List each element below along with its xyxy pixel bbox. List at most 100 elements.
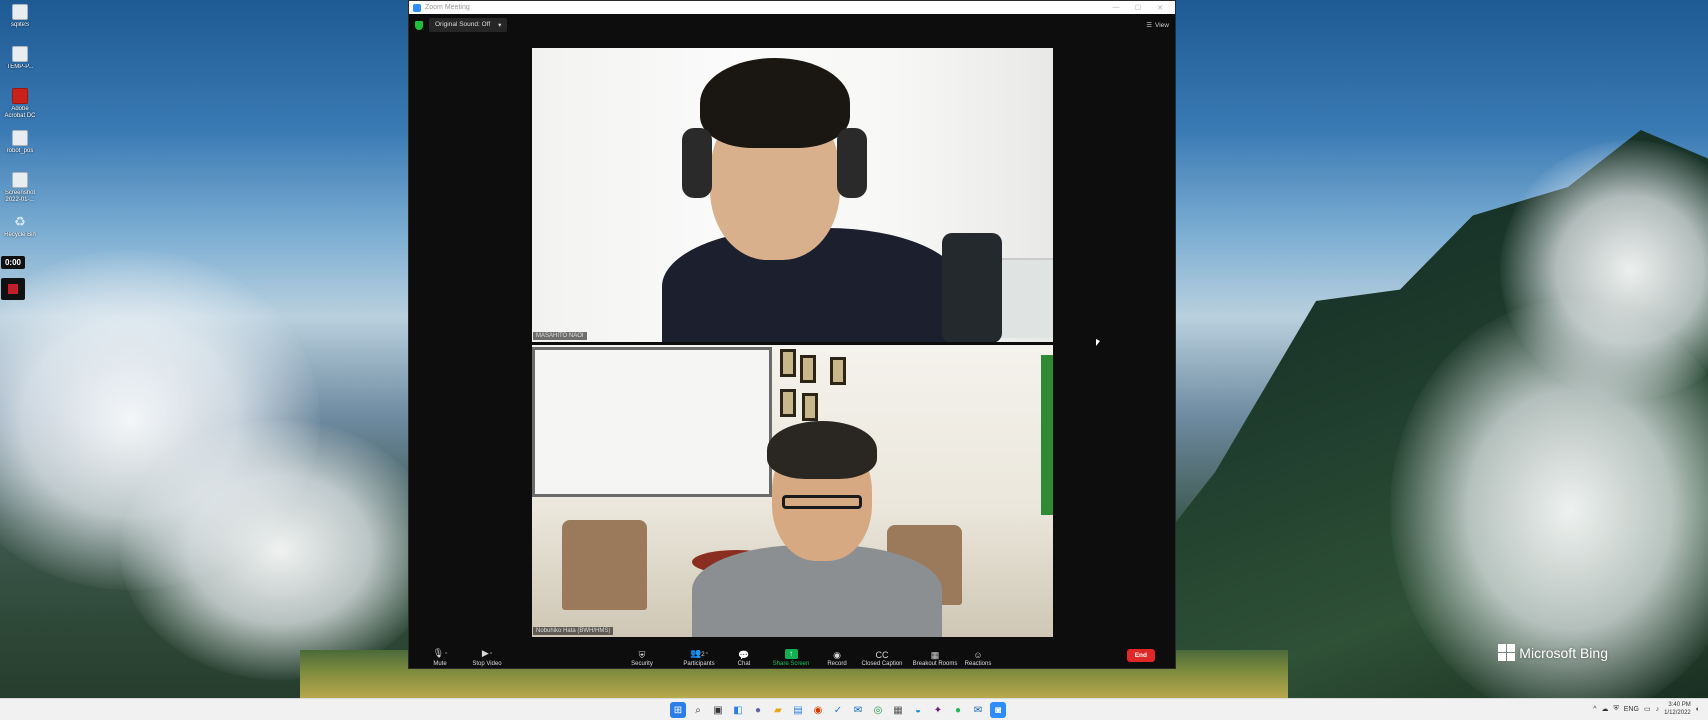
reactions-icon: ☺ — [973, 650, 983, 660]
picture-frame — [802, 393, 818, 421]
glasses — [782, 495, 862, 509]
participant-hair — [767, 421, 877, 479]
window-titlebar[interactable]: Zoom Meeting — ☐ ✕ — [409, 1, 1175, 14]
widgets-icon[interactable]: ◧ — [730, 702, 746, 718]
zoom-meeting-window: Zoom Meeting — ☐ ✕ Original Sound: Off ▾… — [408, 0, 1176, 669]
outlook-icon[interactable]: ✉ — [850, 702, 866, 718]
file-icon — [12, 130, 28, 146]
bing-logo-icon — [1498, 644, 1516, 661]
green-plant — [1041, 355, 1053, 515]
clock-time: 3:40 PM — [1668, 702, 1691, 708]
shield-icon[interactable]: ⛨ — [1614, 705, 1619, 713]
view-label: View — [1155, 21, 1169, 29]
participant-name-tag: MASAHITO NAOI — [533, 332, 587, 340]
recycle-bin-icon: ♻ — [14, 214, 26, 229]
file-icon — [12, 4, 28, 20]
stop-recording-button[interactable] — [1, 278, 25, 300]
original-sound-toggle[interactable]: Original Sound: Off ▾ — [429, 18, 508, 32]
shield-icon: ⛨ — [638, 650, 646, 660]
calculator-icon[interactable]: ▦ — [890, 702, 906, 718]
notifications-icon[interactable]: ◐ — [1696, 706, 1700, 713]
system-tray: ^ ☁ ⛨ ENG ▭ ♪ 3:40 PM 1/12/2022 ◐ — [1593, 701, 1700, 717]
minimize-icon[interactable]: — — [1105, 4, 1127, 11]
share-screen-button[interactable]: ↑ Share Screen — [771, 649, 811, 667]
edge-icon[interactable]: ◒ — [910, 702, 926, 718]
cloud-icon[interactable]: ☁ — [1602, 705, 1609, 713]
reactions-button[interactable]: ☺ Reactions — [963, 649, 993, 667]
breakout-rooms-button[interactable]: ▦ Breakout Rooms — [911, 649, 959, 667]
search-icon[interactable]: ⌕ — [690, 702, 706, 718]
document-icon — [12, 46, 28, 62]
network-icon[interactable]: ▭ — [1644, 705, 1651, 713]
desktop-icon[interactable]: Adobe Acrobat DC — [2, 88, 38, 128]
whiteboard — [532, 347, 772, 497]
security-button[interactable]: ⛨ Security — [627, 649, 657, 667]
participants-button[interactable]: 👥2^ Participants — [677, 647, 721, 667]
store-icon[interactable]: ▤ — [790, 702, 806, 718]
spotify-icon[interactable]: ● — [950, 702, 966, 718]
breakout-rooms-icon: ▦ — [930, 650, 940, 660]
participant-hair — [700, 58, 850, 148]
participants-icon: 👥2^ — [690, 648, 708, 658]
language-indicator[interactable]: ENG — [1624, 706, 1639, 713]
zoom-taskbar-icon[interactable]: ◙ — [990, 702, 1006, 718]
record-icon: ◉ — [833, 650, 841, 660]
picture-frame — [780, 389, 796, 417]
clock[interactable]: 3:40 PM 1/12/2022 — [1664, 701, 1691, 717]
original-sound-label: Original Sound: Off — [435, 21, 491, 28]
zoom-app-icon — [413, 3, 421, 12]
cloud — [120, 420, 440, 680]
participant-name-tag: Nobuhiko Hata (BWH/HMS) — [533, 627, 614, 635]
task-view-icon[interactable]: ▣ — [710, 702, 726, 718]
stop-icon — [8, 284, 18, 294]
mail-icon[interactable]: ✉ — [970, 702, 986, 718]
taskbar: ⊞ ⌕ ▣ ◧ ● ▰ ▤ ◉ ✓ ✉ ◎ ▦ ◒ ✦ ● ✉ ◙ ^ ☁ ⛨ … — [0, 698, 1708, 720]
slack-icon[interactable]: ✦ — [930, 702, 946, 718]
chevron-up-icon: ^ — [489, 652, 493, 658]
shield-icon[interactable] — [415, 20, 423, 30]
bing-watermark: Microsoft Bing — [1498, 644, 1608, 661]
desktop-icon[interactable]: Screenshot 2022-01-... — [2, 172, 38, 212]
pdf-icon — [12, 88, 28, 104]
mouse-cursor-icon — [1096, 339, 1100, 346]
desktop-icon[interactable]: robot_pos — [2, 130, 38, 170]
close-icon[interactable]: ✕ — [1149, 4, 1171, 12]
picture-frame — [800, 355, 816, 383]
chevron-down-icon: ▾ — [498, 22, 502, 29]
stop-video-button[interactable]: ▶^ Stop Video — [467, 647, 507, 667]
chrome-icon[interactable]: ◎ — [870, 702, 886, 718]
mute-button[interactable]: 🎙^ Mute — [425, 647, 455, 667]
chevron-up-icon[interactable]: ^ — [1593, 706, 1596, 713]
window-title: Zoom Meeting — [425, 4, 470, 11]
video-tile[interactable]: Nobuhiko Hata (BWH/HMS) — [532, 345, 1053, 637]
desktop-icons: sqliteS TEMP-P... Adobe Acrobat DC robot… — [2, 4, 38, 256]
share-screen-icon: ↑ — [784, 649, 798, 659]
maximize-icon[interactable]: ☐ — [1127, 4, 1149, 12]
chat-icon: 💬 — [738, 650, 750, 660]
teams-chat-icon[interactable]: ● — [750, 702, 766, 718]
grid-icon: ☰ — [1146, 22, 1153, 29]
picture-frame — [780, 349, 796, 377]
clock-date: 1/12/2022 — [1664, 710, 1691, 716]
microphone-icon: 🎙^ — [432, 648, 448, 658]
closed-caption-button[interactable]: CC Closed Caption — [859, 649, 905, 667]
desktop-icon[interactable]: TEMP-P... — [2, 46, 38, 86]
todo-icon[interactable]: ✓ — [830, 702, 846, 718]
end-meeting-button[interactable]: End — [1126, 649, 1155, 662]
headphones — [837, 128, 867, 198]
meeting-topbar: Original Sound: Off ▾ ☰ View — [409, 14, 1175, 36]
video-tile[interactable]: MASAHITO NAOI — [532, 48, 1053, 342]
video-camera-icon: ▶^ — [481, 648, 493, 658]
file-explorer-icon[interactable]: ▰ — [770, 702, 786, 718]
chair — [942, 233, 1002, 342]
desktop-icon[interactable]: sqliteS — [2, 4, 38, 44]
office-icon[interactable]: ◉ — [810, 702, 826, 718]
start-icon[interactable]: ⊞ — [670, 702, 686, 718]
desktop-icon[interactable]: ♻ Recycle Bin — [2, 214, 38, 254]
recording-timer: 0:00 — [1, 256, 25, 269]
chat-button[interactable]: 💬 Chat — [733, 649, 755, 667]
record-button[interactable]: ◉ Record — [823, 649, 851, 667]
volume-icon[interactable]: ♪ — [1656, 706, 1660, 713]
view-button[interactable]: ☰ View — [1146, 21, 1169, 30]
headphones — [682, 128, 712, 198]
